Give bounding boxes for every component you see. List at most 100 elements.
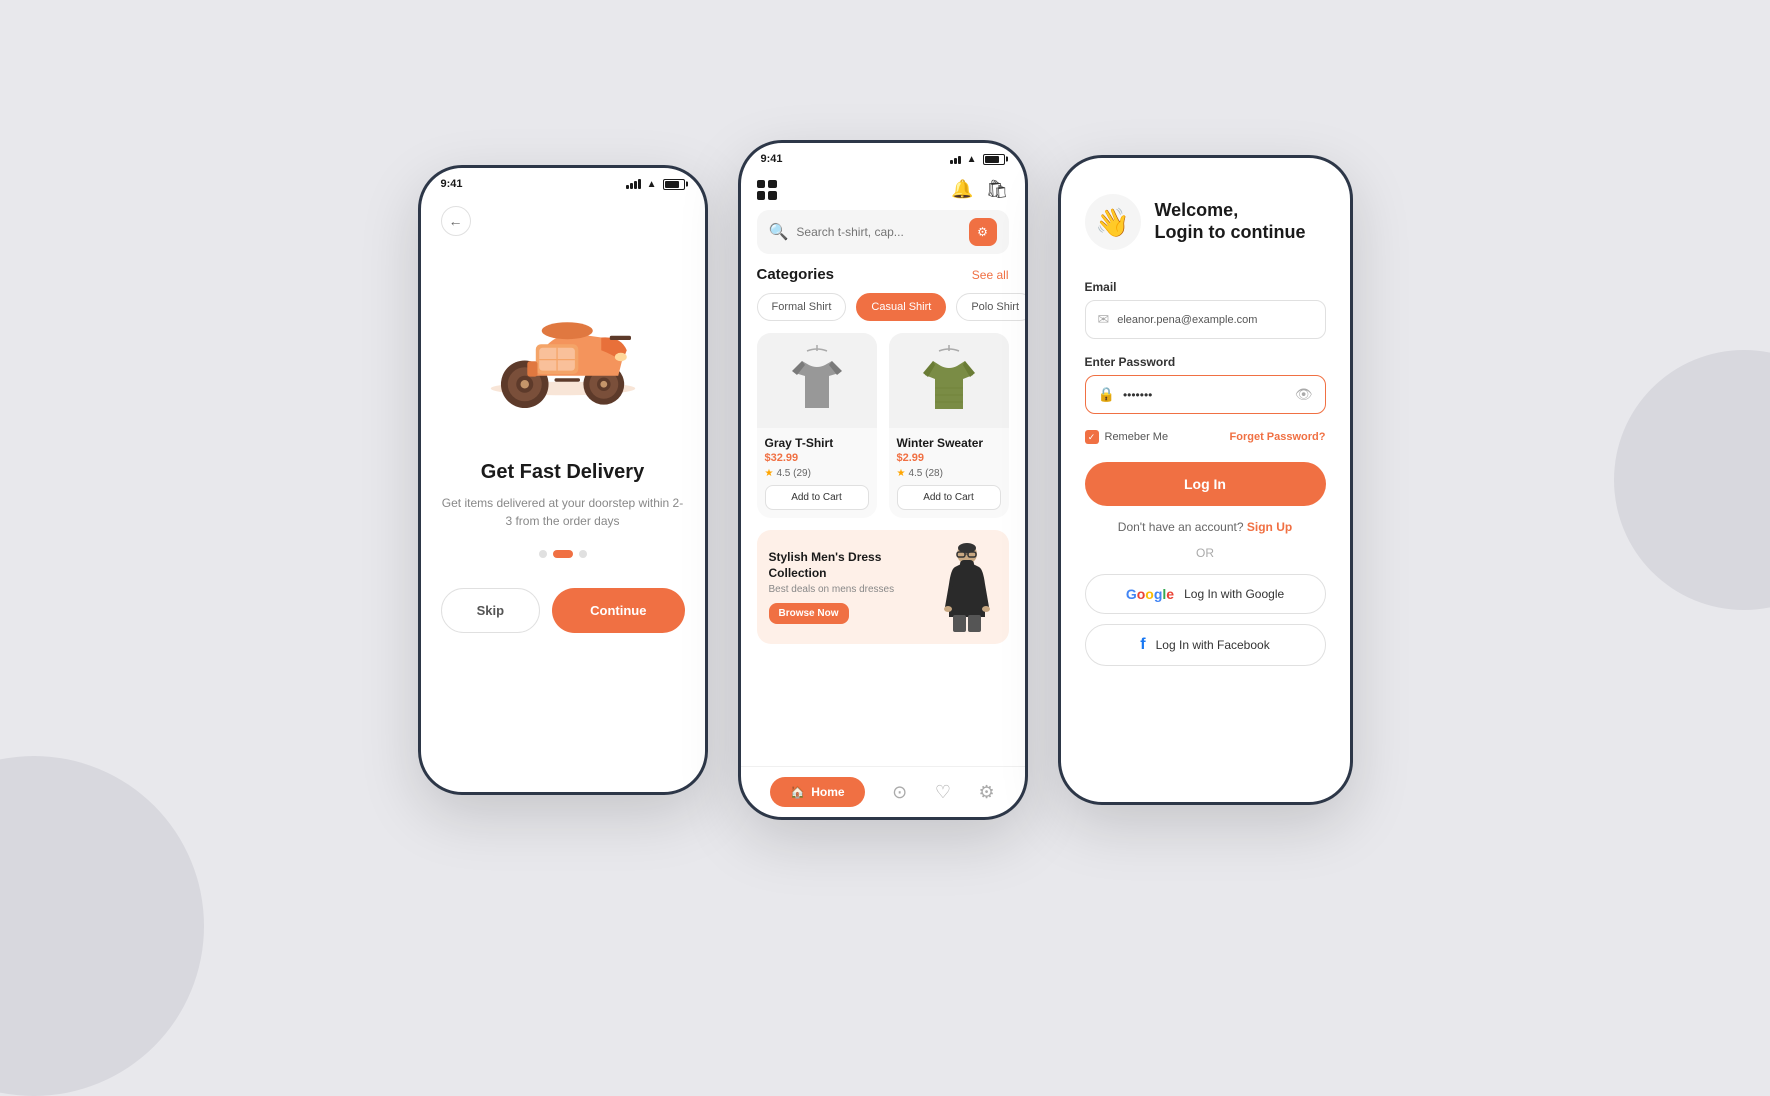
facebook-login-button[interactable]: f Log In with Facebook <box>1085 624 1326 666</box>
bottom-buttons: Skip Continue <box>441 588 685 633</box>
facebook-icon: f <box>1140 636 1145 654</box>
time-1: 9:41 <box>441 178 463 190</box>
google-login-label: Log In with Google <box>1184 587 1284 601</box>
add-to-cart-1[interactable]: Add to Cart <box>765 485 869 510</box>
filter-button[interactable]: ⚙ <box>969 218 997 246</box>
email-input[interactable] <box>1117 314 1312 326</box>
nav-right: 🔔 🛍 <box>951 179 1008 200</box>
add-to-cart-2[interactable]: Add to Cart <box>897 485 1001 510</box>
delivery-content: ← <box>421 196 705 792</box>
explore-icon[interactable]: ⊙ <box>892 782 907 803</box>
cat-formal[interactable]: Formal Shirt <box>757 293 847 321</box>
login-content: 👋 Welcome, Login to continue Email ✉ <box>1061 174 1350 802</box>
product-price-1: $32.99 <box>765 452 869 464</box>
products-grid: Gray T-Shirt $32.99 ★ 4.5 (29) Add to Ca… <box>741 333 1025 530</box>
google-login-button[interactable]: Google Log In with Google <box>1085 574 1326 614</box>
email-input-wrapper: ✉ <box>1085 300 1326 339</box>
search-input[interactable] <box>796 225 960 239</box>
password-group: Enter Password 🔒 👁 <box>1085 355 1326 414</box>
facebook-login-label: Log In with Facebook <box>1156 638 1270 652</box>
no-account-text: Don't have an account? <box>1118 520 1244 534</box>
cat-polo[interactable]: Polo Shirt <box>956 293 1024 321</box>
continue-button[interactable]: Continue <box>552 588 684 633</box>
menu-icon[interactable] <box>757 180 777 200</box>
google-icon: Google <box>1126 586 1174 602</box>
delivery-description: Get items delivered at your doorstep wit… <box>441 494 685 530</box>
welcome-section: 👋 Welcome, Login to continue <box>1085 194 1326 250</box>
settings-icon[interactable]: ⚙ <box>979 782 995 803</box>
login-button[interactable]: Log In <box>1085 462 1326 506</box>
email-icon: ✉ <box>1098 311 1110 328</box>
phone-delivery: 9:41 ▲ ← <box>418 165 708 795</box>
categories-title: Categories <box>757 266 835 283</box>
scooter-image <box>473 256 653 436</box>
status-bar-spacer <box>1061 158 1350 174</box>
remember-checkbox[interactable]: ✓ <box>1085 430 1099 444</box>
wifi-icon: ▲ <box>647 179 657 190</box>
product-info-2: Winter Sweater $2.99 ★ 4.5 (28) Add to C… <box>889 428 1009 518</box>
banner-card: Stylish Men's Dress Collection Best deal… <box>757 530 1009 644</box>
banner-section: Stylish Men's Dress Collection Best deal… <box>741 530 1025 656</box>
phone-home: 9:41 ▲ 🔔 🛍 <box>738 140 1028 820</box>
product-card-1: Gray T-Shirt $32.99 ★ 4.5 (29) Add to Ca… <box>757 333 877 518</box>
delivery-title: Get Fast Delivery <box>481 461 644 484</box>
model-figure <box>937 542 997 632</box>
product-price-2: $2.99 <box>897 452 1001 464</box>
wishlist-icon[interactable]: ♡ <box>935 782 951 803</box>
forgot-password-button[interactable]: Forget Password? <box>1230 431 1326 443</box>
eye-icon[interactable]: 👁 <box>1295 386 1313 403</box>
product-rating-1: ★ 4.5 (29) <box>765 468 869 479</box>
or-divider: OR <box>1085 546 1326 560</box>
product-image-2 <box>889 333 1009 428</box>
status-bar-1: 9:41 ▲ <box>421 168 705 196</box>
phone-login: 👋 Welcome, Login to continue Email ✉ <box>1058 155 1353 805</box>
wave-avatar: 👋 <box>1085 194 1141 250</box>
password-input-wrapper: 🔒 👁 <box>1085 375 1326 414</box>
categories-header: Categories See all <box>741 266 1025 293</box>
search-bar[interactable]: 🔍 ⚙ <box>757 210 1009 254</box>
cat-casual[interactable]: Casual Shirt <box>856 293 946 321</box>
home-icon: 🏠 <box>790 785 805 799</box>
battery-icon <box>663 179 685 190</box>
pagination-dots <box>539 550 587 558</box>
time-2: 9:41 <box>761 153 783 165</box>
browse-now-button[interactable]: Browse Now <box>769 603 849 624</box>
home-content: 🔔 🛍 🔍 ⚙ Categories See all Formal Shirt … <box>741 171 1025 817</box>
status-bar-2: 9:41 ▲ <box>741 143 1025 171</box>
phones-container: 9:41 ▲ ← <box>418 140 1353 820</box>
banner-title: Stylish Men's Dress Collection <box>769 550 929 581</box>
wifi-icon-2: ▲ <box>967 154 977 165</box>
product-name-1: Gray T-Shirt <box>765 436 869 450</box>
home-label: Home <box>811 785 844 799</box>
signal-icon-2 <box>950 154 961 164</box>
product-info-1: Gray T-Shirt $32.99 ★ 4.5 (29) Add to Ca… <box>757 428 877 518</box>
bag-icon[interactable]: 🛍 <box>986 179 1009 200</box>
remember-label: Remeber Me <box>1105 431 1169 443</box>
dot-2 <box>553 550 573 558</box>
remember-me: ✓ Remeber Me <box>1085 430 1169 444</box>
home-button[interactable]: 🏠 Home <box>770 777 864 807</box>
welcome-heading: Welcome, Login to continue <box>1155 200 1306 243</box>
search-icon: 🔍 <box>769 222 789 242</box>
top-nav: 🔔 🛍 <box>741 171 1025 210</box>
dot-1 <box>539 550 547 558</box>
categories-scroll: Formal Shirt Casual Shirt Polo Shirt Sle… <box>741 293 1025 333</box>
see-all-button[interactable]: See all <box>972 268 1009 282</box>
password-label: Enter Password <box>1085 355 1326 369</box>
skip-button[interactable]: Skip <box>441 588 541 633</box>
product-image-1 <box>757 333 877 428</box>
product-name-2: Winter Sweater <box>897 436 1001 450</box>
banner-subtitle: Best deals on mens dresses <box>769 584 929 595</box>
product-rating-2: ★ 4.5 (28) <box>897 468 1001 479</box>
status-icons-2: ▲ <box>950 154 1005 165</box>
bottom-nav: 🏠 Home ⊙ ♡ ⚙ <box>741 766 1025 817</box>
password-input[interactable] <box>1123 388 1287 402</box>
welcome-text: Welcome, Login to continue <box>1155 200 1306 243</box>
lock-icon: 🔒 <box>1098 386 1115 403</box>
back-button[interactable]: ← <box>441 206 471 236</box>
signup-link[interactable]: Sign Up <box>1247 520 1292 534</box>
bell-icon[interactable]: 🔔 <box>951 179 973 200</box>
form-options: ✓ Remeber Me Forget Password? <box>1085 430 1326 444</box>
dot-3 <box>579 550 587 558</box>
banner-text: Stylish Men's Dress Collection Best deal… <box>769 550 929 624</box>
